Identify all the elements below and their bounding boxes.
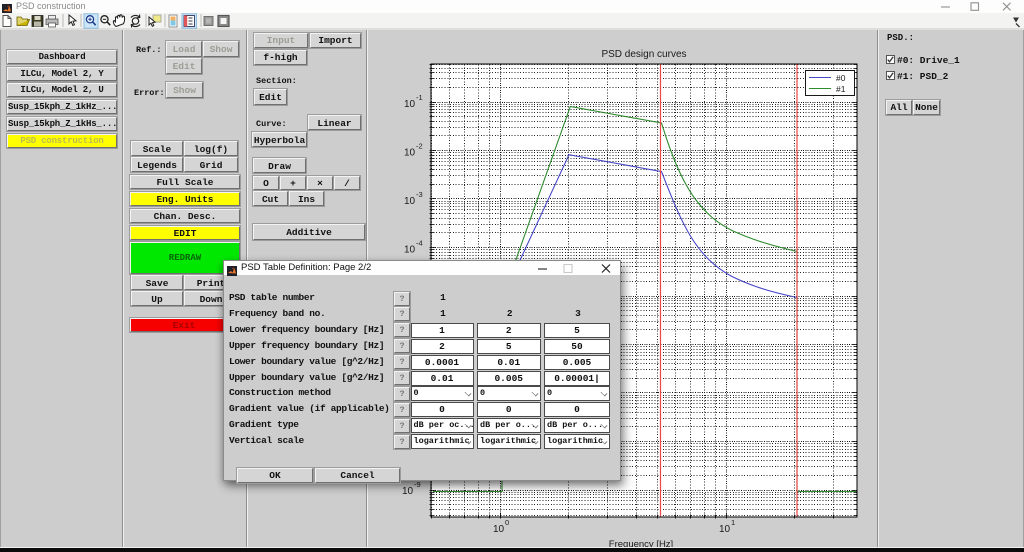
svg-text:10: 10	[402, 486, 414, 497]
svg-text:-1: -1	[416, 93, 423, 102]
svg-text:-2: -2	[416, 142, 423, 151]
svg-text:-4: -4	[416, 239, 423, 248]
svg-text:1: 1	[731, 518, 735, 527]
svg-text:10: 10	[404, 245, 416, 256]
svg-text:-3: -3	[416, 190, 423, 199]
svg-text:-9: -9	[414, 480, 421, 489]
svg-text:10: 10	[719, 524, 731, 535]
svg-text:10: 10	[493, 524, 505, 535]
svg-text:#1: #1	[836, 84, 846, 94]
svg-text:PSD design curves: PSD design curves	[601, 49, 686, 60]
svg-text:#0: #0	[836, 73, 846, 83]
svg-text:10: 10	[404, 99, 416, 110]
svg-text:10: 10	[404, 196, 416, 207]
svg-text:Frequency [Hz]: Frequency [Hz]	[609, 539, 673, 548]
svg-text:0: 0	[505, 518, 509, 527]
svg-text:10: 10	[404, 148, 416, 159]
